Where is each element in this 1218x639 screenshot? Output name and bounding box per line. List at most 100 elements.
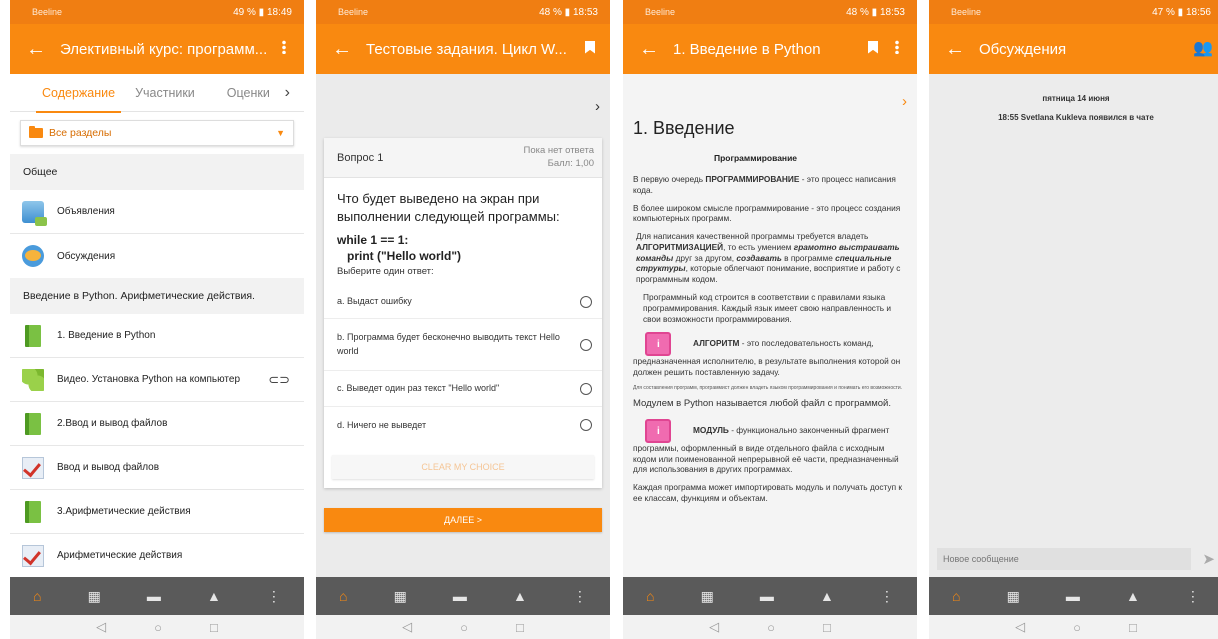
status-bar: Beeline 48 % ▮ 18:53 (623, 0, 917, 24)
battery-level: 47 % (1152, 6, 1175, 18)
app-bar: ← Тестовые задания. Цикл W... (316, 24, 610, 74)
app-bar: ← Элективный курс: программ... (10, 24, 304, 74)
nav-recent-icon[interactable]: □ (516, 620, 524, 635)
module-label: Арифметические действия (57, 550, 183, 561)
messages-icon[interactable]: ▬ (760, 588, 774, 604)
tab-contents[interactable]: Содержание (35, 86, 122, 113)
bookmark-icon[interactable] (861, 40, 885, 58)
status-bar: Beeline 48 % ▮ 18:53 (316, 0, 610, 24)
nav-back-icon[interactable]: ◁ (96, 619, 106, 635)
module-io-quiz[interactable]: Ввод и вывод файлов (10, 446, 304, 490)
module-arithmetic-quiz[interactable]: Арифметические действия (10, 534, 304, 578)
screen-course-contents: Beeline 49 % ▮ 18:49 ← Элективный курс: … (10, 0, 304, 639)
radio-button[interactable] (580, 382, 592, 395)
question-grade: Балл: 1,00 (547, 157, 594, 169)
answer-option-b[interactable]: b. Программа будет бесконечно выводить т… (324, 319, 602, 372)
participants-icon[interactable]: 👥 (1191, 41, 1215, 57)
bell-icon[interactable]: ▲ (207, 588, 221, 604)
calendar-icon[interactable]: ▦ (394, 588, 407, 605)
paragraph: Программный код строится в соответствии … (643, 292, 892, 324)
answer-option-c[interactable]: c. Выведет один раз текст "Hello world" (324, 371, 602, 408)
footnote: Для составления программ, программист до… (633, 384, 903, 391)
more-icon[interactable]: ⋮ (880, 588, 894, 605)
bell-icon[interactable]: ▲ (513, 588, 527, 604)
nav-recent-icon[interactable]: □ (210, 620, 218, 635)
radio-button[interactable] (580, 338, 592, 351)
nav-back-icon[interactable]: ◁ (1015, 619, 1025, 635)
more-icon[interactable]: ⋮ (573, 588, 587, 605)
module-announcements[interactable]: Объявления (10, 190, 304, 234)
tab-grades[interactable]: Оценки (227, 86, 270, 100)
app-bar: ← Обсуждения 👥 (929, 24, 1218, 74)
module-discussions[interactable]: Обсуждения (10, 234, 304, 278)
nav-home-icon[interactable]: ○ (154, 620, 162, 635)
nav-recent-icon[interactable]: □ (823, 620, 831, 635)
message-composer: ➤ (929, 541, 1218, 577)
status-bar: Beeline 47 % ▮ 18:56 (929, 0, 1218, 24)
more-icon[interactable]: ⋮ (267, 588, 281, 605)
radio-button[interactable] (580, 295, 592, 308)
page-title: Элективный курс: программ... (60, 40, 268, 58)
tab-participants[interactable]: Участники (135, 86, 195, 100)
chat-area: пятница 14 июня 18:55 Svetlana Kukleva п… (929, 74, 1218, 577)
paragraph: Для написания качественной программы тре… (636, 231, 901, 285)
question-number: Вопрос 1 (337, 151, 384, 164)
messages-icon[interactable]: ▬ (1066, 588, 1080, 604)
bell-icon[interactable]: ▲ (820, 588, 834, 604)
messages-icon[interactable]: ▬ (453, 588, 467, 604)
course-tabs: Содержание Участники Оценки › (10, 74, 304, 113)
back-arrow-icon[interactable]: ← (639, 39, 673, 59)
more-menu-icon[interactable] (885, 40, 909, 58)
radio-button[interactable] (580, 419, 592, 432)
section-dropdown[interactable]: Все разделы ▼ (20, 120, 294, 146)
home-icon[interactable]: ⌂ (33, 588, 41, 604)
nav-home-icon[interactable]: ○ (767, 620, 775, 635)
home-icon[interactable]: ⌂ (339, 588, 347, 604)
bottom-nav: ⌂ ▦ ▬ ▲ ⋮ (929, 577, 1218, 615)
clear-choice-button[interactable]: CLEAR MY CHOICE (332, 455, 594, 480)
bookmark-icon[interactable] (578, 40, 602, 58)
module-video-install[interactable]: Видео. Установка Python на компьютер ⊂⊃ (10, 358, 304, 402)
section-dropdown-value: Все разделы (49, 127, 112, 139)
message-input[interactable] (937, 548, 1191, 570)
nav-recent-icon[interactable]: □ (1129, 620, 1137, 635)
clock: 18:49 (266, 6, 292, 18)
lesson-heading: 1. Введение (633, 118, 735, 138)
back-arrow-icon[interactable]: ← (945, 39, 979, 59)
nav-back-icon[interactable]: ◁ (402, 619, 412, 635)
module-label: Видео. Установка Python на компьютер (57, 374, 241, 385)
more-icon[interactable]: ⋮ (1186, 588, 1200, 605)
chevron-right-icon[interactable]: › (285, 84, 290, 102)
module-arithmetic[interactable]: 3.Арифметические действия (10, 490, 304, 534)
nav-back-icon[interactable]: ◁ (709, 619, 719, 635)
module-label: Ввод и вывод файлов (57, 462, 160, 473)
link-icon[interactable]: ⊂⊃ (268, 372, 290, 388)
next-button[interactable]: ДАЛЕЕ > (324, 508, 602, 532)
lesson-subheading: Программирование (713, 153, 798, 163)
screen-quiz: Beeline 48 % ▮ 18:53 ← Тестовые задания.… (316, 0, 610, 639)
answer-option-a[interactable]: a. Выдаст ошибку (324, 285, 602, 320)
chevron-right-icon[interactable]: › (595, 98, 600, 115)
home-icon[interactable]: ⌂ (952, 588, 960, 604)
bottom-nav: ⌂ ▦ ▬ ▲ ⋮ (10, 577, 304, 615)
back-arrow-icon[interactable]: ← (26, 39, 60, 59)
carrier: Beeline (338, 7, 369, 17)
section-header-intro: Введение в Python. Арифметические действ… (10, 278, 304, 314)
calendar-icon[interactable]: ▦ (88, 588, 101, 605)
page-title: Тестовые задания. Цикл W... (366, 40, 567, 58)
chevron-right-icon[interactable]: › (902, 93, 907, 110)
back-arrow-icon[interactable]: ← (332, 39, 366, 59)
nav-home-icon[interactable]: ○ (460, 620, 468, 635)
calendar-icon[interactable]: ▦ (701, 588, 714, 605)
calendar-icon[interactable]: ▦ (1007, 588, 1020, 605)
send-icon[interactable]: ➤ (1191, 550, 1215, 568)
more-menu-icon[interactable] (272, 40, 296, 58)
home-icon[interactable]: ⌂ (646, 588, 654, 604)
module-intro-python[interactable]: 1. Введение в Python (10, 314, 304, 358)
module-io-files[interactable]: 2.Ввод и вывод файлов (10, 402, 304, 446)
nav-home-icon[interactable]: ○ (1073, 620, 1081, 635)
messages-icon[interactable]: ▬ (147, 588, 161, 604)
battery-level: 48 % (539, 6, 562, 18)
answer-option-d[interactable]: d. Ничего не выведет (324, 407, 602, 443)
bell-icon[interactable]: ▲ (1126, 588, 1140, 604)
